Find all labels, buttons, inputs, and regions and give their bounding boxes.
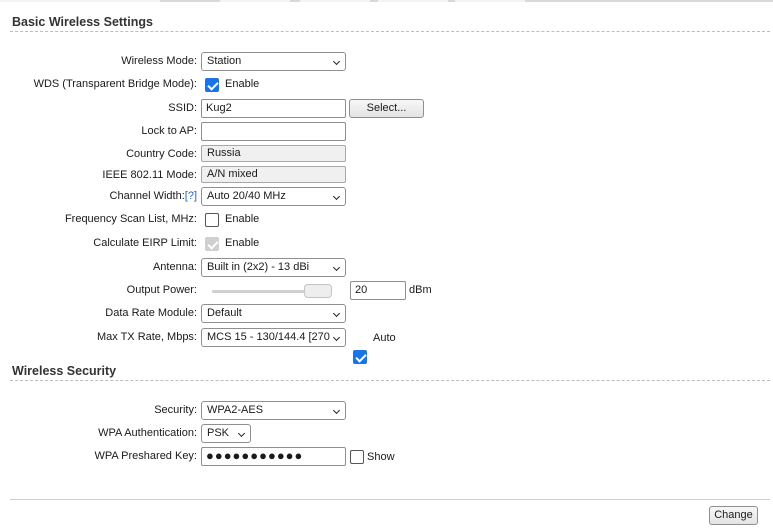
ssid-label: SSID: [168, 102, 197, 114]
chevron-down-icon [332, 192, 341, 201]
wpa-key-show-label: Show [367, 451, 395, 463]
security-label: Security: [154, 404, 197, 416]
wpa-auth-value: PSK [207, 427, 230, 439]
wds-row: WDS (Transparent Bridge Mode): Enable [0, 75, 773, 95]
antenna-value: Built in (2x2) - 13 dBi [207, 261, 310, 273]
lock-ap-row: Lock to AP: [0, 122, 773, 142]
chevron-down-icon [332, 309, 341, 318]
max-tx-select[interactable]: MCS 15 - 130/144.4 [270 [201, 328, 346, 347]
security-value: WPA2-AES [207, 404, 264, 416]
max-tx-row: Max TX Rate, Mbps: MCS 15 - 130/144.4 [2… [0, 328, 773, 364]
lock-ap-label: Lock to AP: [141, 125, 197, 137]
wpa-auth-row: WPA Authentication: PSK [0, 424, 773, 444]
output-power-label: Output Power: [126, 284, 197, 296]
tab-segment[interactable] [220, 0, 290, 2]
ssid-select-button[interactable]: Select... [349, 99, 424, 118]
channel-width-help-link[interactable]: [?] [185, 190, 197, 202]
footer-divider [10, 499, 770, 500]
chevron-down-icon [332, 263, 341, 272]
data-rate-label: Data Rate Module: [105, 307, 197, 319]
channel-width-label-wrap: Channel Width:[?] [110, 190, 197, 202]
wpa-auth-label: WPA Authentication: [98, 427, 197, 439]
chevron-down-icon [332, 333, 341, 342]
data-rate-value: Default [207, 307, 242, 319]
output-power-unit: dBm [409, 284, 432, 296]
freq-scan-enable-label: Enable [225, 213, 260, 225]
max-tx-auto-label: Auto [373, 332, 396, 344]
eirp-checkbox[interactable] [205, 237, 219, 251]
chevron-down-icon [332, 57, 341, 66]
country-row: Country Code: Russia [0, 145, 773, 165]
antenna-label: Antenna: [152, 261, 197, 273]
wireless-security-title: Wireless Security [12, 364, 117, 378]
chevron-down-icon [237, 429, 246, 438]
country-label: Country Code: [126, 148, 197, 160]
country-value: Russia [201, 145, 346, 162]
channel-width-label: Channel Width: [109, 190, 185, 202]
wpa-auth-select[interactable]: PSK [201, 424, 251, 443]
ssid-row: SSID: Kug2 Select... [0, 99, 773, 119]
change-button[interactable]: Change [709, 506, 758, 525]
antenna-select[interactable]: Built in (2x2) - 13 dBi [201, 258, 346, 277]
channel-width-select[interactable]: Auto 20/40 MHz [201, 187, 346, 206]
max-tx-auto-checkbox[interactable] [353, 350, 367, 364]
output-power-row: Output Power: 20 dBm [0, 281, 773, 301]
lock-ap-input[interactable] [201, 122, 346, 141]
wpa-key-label: WPA Preshared Key: [94, 450, 197, 462]
wireless-mode-value: Station [207, 55, 242, 67]
ieee-mode-row: IEEE 802.11 Mode: A/N mixed [0, 166, 773, 186]
security-row: Security: WPA2-AES [0, 401, 773, 421]
freq-scan-row: Frequency Scan List, MHz: Enable [0, 210, 773, 230]
chevron-down-icon [332, 406, 341, 415]
wireless-mode-label: Wireless Mode: [121, 55, 197, 67]
wpa-key-show-checkbox[interactable] [350, 450, 364, 464]
wpa-key-row: WPA Preshared Key: ●●●●●●●●●●● Show [0, 447, 773, 467]
eirp-enable-label: Enable [225, 237, 260, 249]
ssid-input[interactable]: Kug2 [201, 99, 346, 118]
antenna-row: Antenna: Built in (2x2) - 13 dBi [0, 258, 773, 278]
ieee-mode-label: IEEE 802.11 Mode: [102, 169, 197, 181]
tab-segment[interactable] [455, 0, 525, 2]
wds-checkbox[interactable] [205, 78, 219, 92]
channel-width-row: Channel Width:[?] Auto 20/40 MHz [0, 187, 773, 207]
channel-width-value: Auto 20/40 MHz [207, 190, 286, 202]
tab-segment[interactable] [378, 0, 448, 2]
basic-settings-title: Basic Wireless Settings [12, 15, 153, 29]
data-rate-row: Data Rate Module: Default [0, 304, 773, 324]
wds-label: WDS (Transparent Bridge Mode): [33, 78, 197, 90]
eirp-label: Calculate EIRP Limit: [93, 237, 197, 249]
eirp-row: Calculate EIRP Limit: Enable [0, 234, 773, 254]
security-select[interactable]: WPA2-AES [201, 401, 346, 420]
freq-scan-label: Frequency Scan List, MHz: [64, 213, 197, 225]
ieee-mode-value: A/N mixed [201, 166, 346, 183]
wireless-mode-row: Wireless Mode: Station [0, 52, 773, 72]
tab-strip [0, 0, 773, 2]
data-rate-select[interactable]: Default [201, 304, 346, 323]
tab-segment[interactable] [0, 0, 160, 2]
max-tx-value: MCS 15 - 130/144.4 [270 [207, 331, 330, 343]
max-tx-label: Max TX Rate, Mbps: [96, 331, 197, 343]
freq-scan-checkbox[interactable] [205, 213, 219, 227]
wpa-key-input[interactable]: ●●●●●●●●●●● [201, 447, 346, 466]
wds-enable-label: Enable [225, 78, 260, 90]
wireless-mode-select[interactable]: Station [201, 52, 346, 71]
output-power-input[interactable]: 20 [350, 281, 406, 300]
section-divider [10, 380, 770, 381]
tab-segment[interactable] [300, 0, 370, 2]
section-divider [10, 31, 770, 32]
output-power-slider-handle[interactable] [304, 284, 332, 298]
